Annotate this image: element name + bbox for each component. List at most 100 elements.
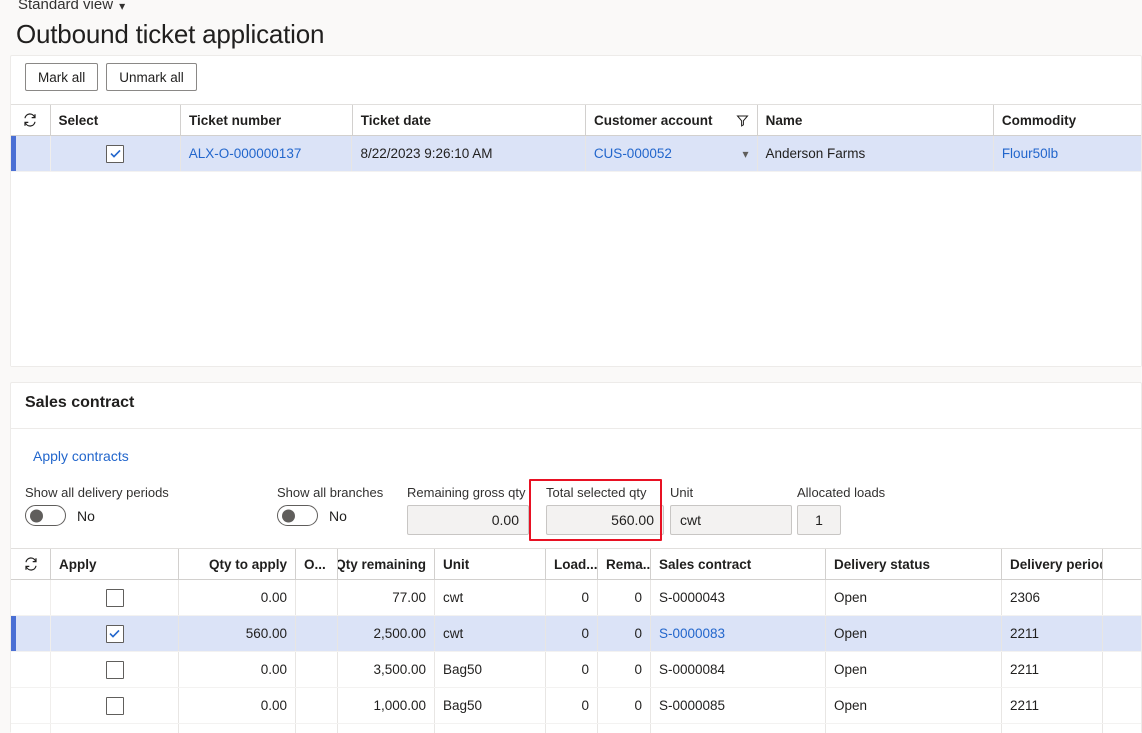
select-checkbox[interactable] [106,144,125,163]
cell-delivery-period: 2211 [1002,688,1103,723]
column-header-extra[interactable] [1103,549,1141,579]
column-header-loads[interactable]: Load... [546,549,598,579]
column-header-select[interactable]: Select [51,105,182,135]
chevron-down-icon[interactable]: ▾ [736,147,748,161]
cell-o [296,688,338,723]
table-row[interactable]: 560.00 2,500.00 cwt 0 0 S-0000083 Open 2… [11,616,1141,652]
field-label: Unit [670,485,694,500]
toggle-knob [30,509,43,522]
ticket-grid-header: Select Ticket number Ticket date Custome… [11,104,1141,136]
section-divider [11,428,1141,429]
toggle-show-all-delivery-periods[interactable]: No [25,505,275,526]
field-total-selected-qty: Total selected qty 560.00 [546,485,664,535]
column-header-delivery-period[interactable]: Delivery period [1002,549,1103,579]
cell-qty-to-apply[interactable]: 0.00 [179,688,296,723]
cell-delivery-period: 2211 [1002,616,1103,651]
cell-ticket-number[interactable]: ALX-O-000000137 [181,136,353,171]
cell-delivery-period [1002,724,1103,733]
column-header-unit[interactable]: Unit [435,549,546,579]
toggle-show-all-branches[interactable]: No [277,505,407,526]
view-selector-label: Standard view [18,0,114,13]
app-root: Standard view ▾ Outbound ticket applicat… [0,0,1142,733]
field-show-all-branches: Show all branches No [277,485,407,526]
row-selection-indicator [11,724,51,733]
cell-delivery-status: Open [826,688,1002,723]
column-header-name[interactable]: Name [758,105,994,135]
table-row[interactable]: 0.00 77.00 cwt 0 0 S-0000043 Open 2306 [11,580,1141,616]
sales-contract-grid: Apply Qty to apply O... Qty remaining Un… [11,548,1141,733]
unit-input[interactable]: cwt [670,505,792,535]
cell-o [296,652,338,687]
refresh-button[interactable] [11,549,51,579]
apply-checkbox[interactable] [105,624,124,643]
cell-loads: 0 [546,580,598,615]
unmark-all-button[interactable]: Unmark all [106,63,197,91]
column-header-sales-contract[interactable]: Sales contract [651,549,826,579]
cell-qty-to-apply[interactable]: 0.00 [179,580,296,615]
cell-delivery-period: 2306 [1002,580,1103,615]
row-apply-checkbox-cell[interactable] [51,688,179,723]
cell-qty-remaining: 2,500.00 [338,616,435,651]
cell-qty-remaining: 77.00 [338,580,435,615]
section-title: Sales contract [25,394,135,411]
apply-contracts-link[interactable]: Apply contracts [33,448,129,464]
toggle-switch[interactable] [277,505,318,526]
remaining-gross-qty-input[interactable]: 0.00 [407,505,529,535]
field-unit: Unit cwt [670,485,792,535]
row-apply-checkbox-cell[interactable] [51,580,179,615]
apply-checkbox[interactable] [105,588,124,607]
row-apply-checkbox-cell[interactable] [51,724,179,733]
cell-sales-contract[interactable]: S-0000085 [651,688,826,723]
row-selection-indicator [11,580,51,615]
filter-icon[interactable] [736,114,749,127]
cell-qty-to-apply[interactable]: 0.00 [179,652,296,687]
cell-sales-contract[interactable]: S-0000083 [651,616,826,651]
cell-commodity[interactable]: Flour50lb [994,136,1141,171]
cell-sales-contract[interactable] [651,724,826,733]
cell-extra [1103,724,1141,733]
row-selection-indicator [11,616,51,651]
cell-qty-to-apply[interactable] [179,724,296,733]
field-label: Remaining gross qty [407,485,526,500]
toggle-value: No [77,507,95,524]
column-header-qty-remaining[interactable]: Qty remaining [338,549,435,579]
row-apply-checkbox-cell[interactable] [51,652,179,687]
allocated-loads-input[interactable]: 1 [797,505,841,535]
column-header-customer-account[interactable]: Customer account [586,105,758,135]
table-row[interactable]: 0.00 1,000.00 Bag50 0 0 S-0000085 Open 2… [11,688,1141,724]
cell-unit: cwt [435,616,546,651]
table-row[interactable]: ALX-O-000000137 8/22/2023 9:26:10 AM CUS… [11,136,1141,172]
row-select-checkbox-cell[interactable] [51,136,181,171]
column-header-apply[interactable]: Apply [51,549,179,579]
cell-sales-contract[interactable]: S-0000084 [651,652,826,687]
column-header-ticket-date[interactable]: Ticket date [353,105,586,135]
toggle-switch[interactable] [25,505,66,526]
cell-extra [1103,580,1141,615]
column-header-remaining[interactable]: Rema... [598,549,651,579]
row-apply-checkbox-cell[interactable] [51,616,179,651]
apply-checkbox[interactable] [105,696,124,715]
cell-qty-remaining [338,724,435,733]
cell-delivery-status [826,724,1002,733]
field-label: Show all delivery periods [25,485,169,500]
apply-checkbox[interactable] [105,660,124,679]
cell-sales-contract[interactable]: S-0000043 [651,580,826,615]
table-row[interactable]: 0.00 3,500.00 Bag50 0 0 S-0000084 Open 2… [11,652,1141,688]
column-header-delivery-status[interactable]: Delivery status [826,549,1002,579]
view-selector[interactable]: Standard view ▾ [18,0,125,13]
column-header-qty-to-apply[interactable]: Qty to apply [179,549,296,579]
cell-remaining [598,724,651,733]
cell-customer-account[interactable]: CUS-000052 ▾ [586,136,758,171]
cell-extra [1103,652,1141,687]
mark-all-button[interactable]: Mark all [25,63,99,91]
total-selected-qty-input[interactable]: 560.00 [546,505,664,535]
column-header-commodity[interactable]: Commodity [994,105,1141,135]
cell-remaining: 0 [598,688,651,723]
cell-qty-to-apply[interactable]: 560.00 [179,616,296,651]
cell-extra [1103,616,1141,651]
table-row[interactable] [11,724,1141,733]
refresh-button[interactable] [11,105,51,135]
column-header-o[interactable]: O... [296,549,338,579]
cell-delivery-period: 2211 [1002,652,1103,687]
column-header-ticket-number[interactable]: Ticket number [181,105,353,135]
